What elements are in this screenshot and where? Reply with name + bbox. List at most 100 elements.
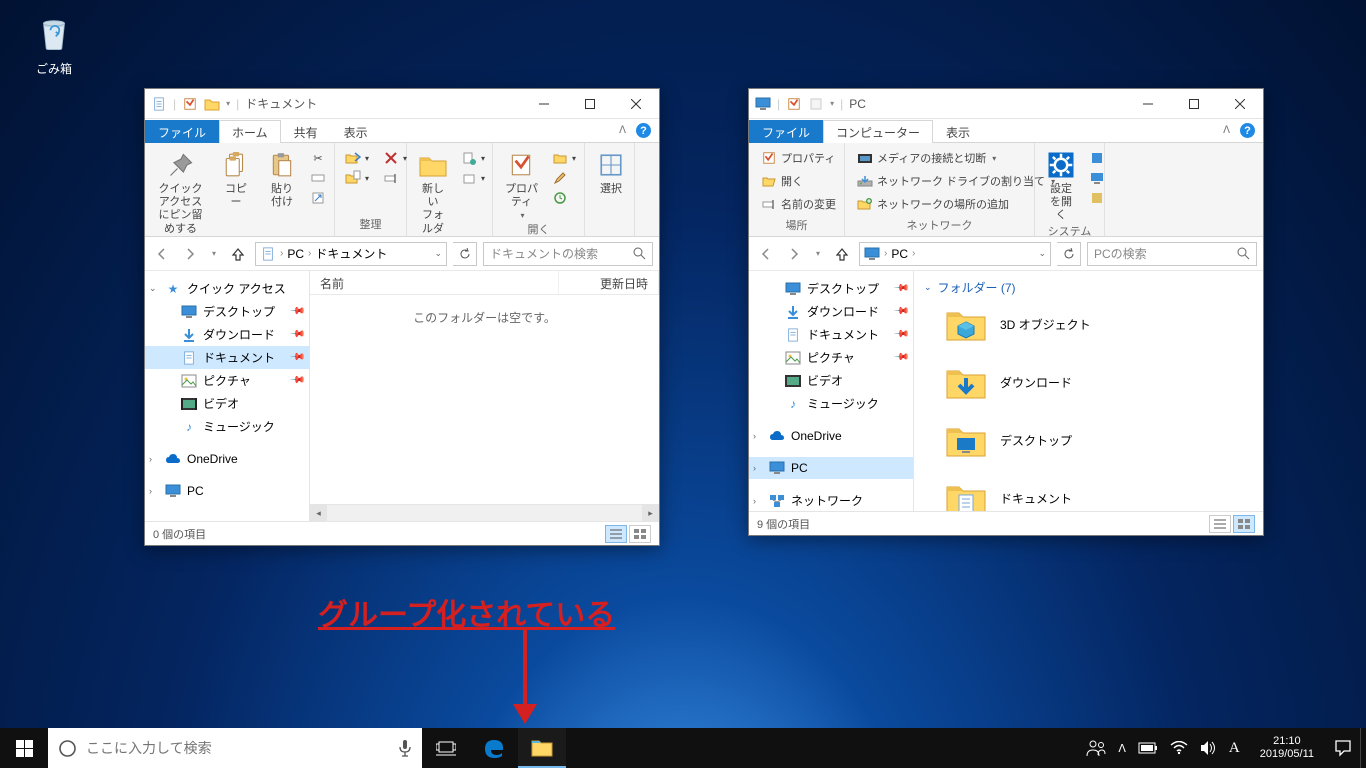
- show-desktop-button[interactable]: [1360, 728, 1366, 768]
- action-center-button[interactable]: [1334, 739, 1352, 757]
- col-date[interactable]: 更新日時: [559, 271, 659, 294]
- new-item-button[interactable]: ▾: [457, 149, 489, 167]
- address-bar[interactable]: › PC › ドキュメント ⌄: [255, 242, 447, 266]
- qat-dropdown-icon[interactable]: ▾: [830, 99, 834, 108]
- scroll-right-icon[interactable]: ▸: [642, 505, 659, 522]
- recent-button[interactable]: ▾: [207, 243, 221, 265]
- copy-path-button[interactable]: [306, 169, 330, 187]
- folder-documents[interactable]: ドキュメント: [944, 476, 1253, 511]
- history-button[interactable]: [548, 189, 580, 207]
- copy-button[interactable]: コピー: [214, 145, 258, 209]
- tab-view[interactable]: 表示: [933, 120, 983, 143]
- close-button[interactable]: [1217, 89, 1263, 119]
- volume-icon[interactable]: [1200, 740, 1217, 756]
- breadcrumb-pc[interactable]: PC: [287, 247, 304, 261]
- properties-button[interactable]: プロパティ: [497, 145, 546, 221]
- recent-button[interactable]: ▾: [811, 243, 825, 265]
- titlebar[interactable]: | ▾ | ドキュメント: [145, 89, 659, 119]
- qat-properties-icon[interactable]: [786, 96, 802, 112]
- nav-pc[interactable]: ›PC: [145, 480, 309, 502]
- breadcrumb-documents[interactable]: ドキュメント: [315, 245, 387, 262]
- forward-button[interactable]: [179, 243, 201, 265]
- help-icon[interactable]: ?: [1240, 123, 1255, 138]
- manage-button[interactable]: [1085, 189, 1109, 207]
- nav-downloads[interactable]: ダウンロード📌: [749, 300, 913, 323]
- media-button[interactable]: メディアの接続と切断: [853, 149, 1059, 167]
- qat-properties-icon[interactable]: [182, 96, 198, 112]
- tab-computer[interactable]: コンピューター: [823, 120, 933, 143]
- horizontal-scrollbar[interactable]: ◂ ▸: [310, 504, 659, 521]
- nav-onedrive[interactable]: ›OneDrive: [145, 448, 309, 470]
- forward-button[interactable]: [783, 243, 805, 265]
- back-button[interactable]: [151, 243, 173, 265]
- tab-file[interactable]: ファイル: [145, 120, 219, 143]
- nav-pictures[interactable]: ピクチャ📌: [145, 369, 309, 392]
- nav-desktop[interactable]: デスクトップ📌: [145, 300, 309, 323]
- up-button[interactable]: [227, 243, 249, 265]
- nav-music[interactable]: ♪ミュージック: [145, 415, 309, 438]
- search-bar[interactable]: [48, 728, 388, 768]
- up-button[interactable]: [831, 243, 853, 265]
- open-settings-button[interactable]: 設定 を開く: [1039, 145, 1083, 223]
- maximize-button[interactable]: [1171, 89, 1217, 119]
- nav-documents[interactable]: ドキュメント📌: [749, 323, 913, 346]
- maximize-button[interactable]: [567, 89, 613, 119]
- minimize-button[interactable]: [521, 89, 567, 119]
- cut-button[interactable]: ✂: [306, 149, 330, 167]
- nav-pane[interactable]: ⌄★クイック アクセス デスクトップ📌 ダウンロード📌 ドキュメント📌 ピクチャ…: [145, 271, 310, 521]
- details-view-button[interactable]: [1209, 515, 1231, 533]
- people-button[interactable]: [1086, 739, 1106, 757]
- minimize-button[interactable]: [1125, 89, 1171, 119]
- tab-file[interactable]: ファイル: [749, 120, 823, 143]
- column-headers[interactable]: 名前 更新日時: [310, 271, 659, 295]
- group-header-folders[interactable]: ⌄フォルダー (7): [924, 279, 1253, 296]
- tab-home[interactable]: ホーム: [219, 120, 281, 143]
- scroll-left-icon[interactable]: ◂: [310, 505, 327, 522]
- uninstall-button[interactable]: [1085, 149, 1109, 167]
- task-view-button[interactable]: [422, 728, 470, 768]
- help-icon[interactable]: ?: [636, 123, 651, 138]
- map-drive-button[interactable]: ネットワーク ドライブの割り当て: [853, 172, 1059, 190]
- qat-folder-icon[interactable]: [204, 96, 220, 112]
- nav-music[interactable]: ♪ミュージック: [749, 392, 913, 415]
- easy-access-button[interactable]: ▾: [457, 169, 489, 187]
- folder-3d-objects[interactable]: 3D オブジェクト: [944, 302, 1253, 346]
- nav-videos[interactable]: ビデオ: [749, 369, 913, 392]
- search-box[interactable]: PCの検索: [1087, 242, 1257, 266]
- nav-quick-access[interactable]: ⌄★クイック アクセス: [145, 277, 309, 300]
- nav-network[interactable]: ›ネットワーク: [749, 489, 913, 511]
- taskbar[interactable]: ᐱ A 21:10 2019/05/11: [0, 728, 1366, 768]
- icons-view-button[interactable]: [629, 525, 651, 543]
- tab-share[interactable]: 共有: [281, 120, 331, 143]
- col-name[interactable]: 名前: [310, 271, 559, 294]
- properties-button[interactable]: プロパティ: [757, 149, 840, 167]
- ribbon-collapse-icon[interactable]: ᐱ: [1223, 125, 1230, 136]
- add-location-button[interactable]: ネットワークの場所の追加: [853, 195, 1059, 213]
- ribbon-collapse-icon[interactable]: ᐱ: [619, 125, 626, 136]
- address-dropdown-icon[interactable]: ⌄: [434, 248, 442, 259]
- nav-pc[interactable]: ›PC: [749, 457, 913, 479]
- search-input[interactable]: [86, 740, 388, 756]
- nav-downloads[interactable]: ダウンロード📌: [145, 323, 309, 346]
- nav-documents[interactable]: ドキュメント📌: [145, 346, 309, 369]
- folder-downloads[interactable]: ダウンロード: [944, 360, 1253, 404]
- open-button[interactable]: ▾: [548, 149, 580, 167]
- battery-icon[interactable]: [1138, 742, 1158, 754]
- move-to-button[interactable]: ▾: [341, 149, 373, 167]
- start-button[interactable]: [0, 728, 48, 768]
- details-view-button[interactable]: [605, 525, 627, 543]
- nav-onedrive[interactable]: ›OneDrive: [749, 425, 913, 447]
- system-properties-button[interactable]: [1085, 169, 1109, 187]
- titlebar[interactable]: | ▾ | PC: [749, 89, 1263, 119]
- explorer-window-documents[interactable]: | ▾ | ドキュメント ファイル ホーム 共有 表示 ᐱ ? ク: [144, 88, 660, 546]
- content-view[interactable]: ⌄フォルダー (7) 3D オブジェクト ダウンロード デスクトップ: [914, 271, 1263, 511]
- clock[interactable]: 21:10 2019/05/11: [1252, 735, 1322, 761]
- paste-shortcut-button[interactable]: [306, 189, 330, 207]
- paste-button[interactable]: 貼り付け: [260, 145, 304, 209]
- folder-desktop[interactable]: デスクトップ: [944, 418, 1253, 462]
- new-folder-button[interactable]: 新しい フォルダー: [411, 145, 455, 249]
- nav-pane[interactable]: デスクトップ📌 ダウンロード📌 ドキュメント📌 ピクチャ📌 ビデオ ♪ミュージッ…: [749, 271, 914, 511]
- icons-view-button[interactable]: [1233, 515, 1255, 533]
- tray-chevron-up-icon[interactable]: ᐱ: [1118, 742, 1126, 755]
- nav-videos[interactable]: ビデオ: [145, 392, 309, 415]
